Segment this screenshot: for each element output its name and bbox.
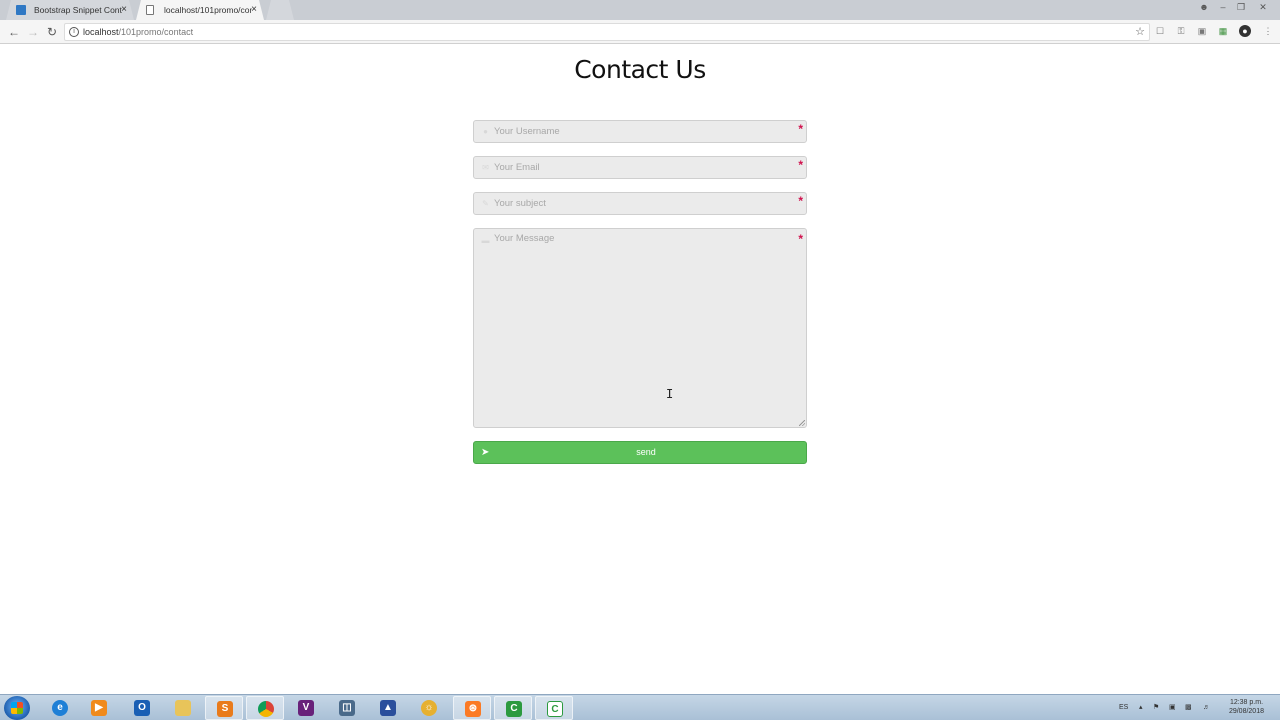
- folder-icon: [175, 700, 191, 716]
- url-path: /101promo/contact: [118, 27, 194, 37]
- app-icon: ☼: [421, 700, 437, 716]
- pencil-icon: ✎: [482, 199, 489, 208]
- taskbar-app-10[interactable]: ☼: [410, 696, 448, 720]
- close-icon[interactable]: ×: [121, 0, 127, 20]
- app-icon: ◫: [339, 700, 355, 716]
- info-icon[interactable]: i: [69, 27, 79, 37]
- bookmark-star-icon[interactable]: ☆: [1135, 24, 1145, 40]
- outlook-icon: O: [134, 700, 150, 716]
- taskbar-app-file-explorer[interactable]: [164, 696, 202, 720]
- page-title: Contact Us: [574, 55, 706, 84]
- new-tab-button[interactable]: [266, 0, 294, 20]
- comment-icon: ▬: [481, 236, 490, 245]
- extension-key-icon[interactable]: ⚿: [1175, 25, 1187, 37]
- sublime-text-icon: S: [217, 701, 233, 717]
- paper-plane-icon: ➤: [481, 447, 490, 458]
- extension-green-icon[interactable]: ▦: [1217, 25, 1229, 37]
- browser-tab-strip: Bootstrap Snippet Conta × localhost/101p…: [0, 0, 1280, 20]
- volume-icon[interactable]: ♬: [1203, 695, 1210, 720]
- message-textarea[interactable]: [494, 233, 794, 423]
- clock[interactable]: 12:38 p.m. 29/08/2018: [1229, 698, 1264, 716]
- taskbar-app-camtasia[interactable]: C: [494, 696, 532, 720]
- network-icon[interactable]: ▩: [1185, 695, 1192, 720]
- clock-date: 29/08/2018: [1228, 708, 1264, 715]
- restore-icon[interactable]: ❐: [1233, 0, 1249, 14]
- required-icon: *: [798, 194, 803, 208]
- taskbar-app-internet-explorer[interactable]: e: [41, 696, 79, 720]
- extension-icon[interactable]: ☐: [1154, 25, 1166, 37]
- extension-dark-icon[interactable]: ●: [1239, 25, 1251, 37]
- taskbar-app-media-player[interactable]: ▶: [80, 696, 118, 720]
- window-close-icon[interactable]: ✕: [1255, 0, 1271, 14]
- back-arrow-icon[interactable]: ←: [6, 24, 22, 40]
- language-indicator[interactable]: ES: [1119, 695, 1128, 720]
- taskbar-app-xampp[interactable]: ⊛: [453, 696, 491, 720]
- page-favicon-icon: [146, 5, 154, 15]
- tray-icon[interactable]: ⚑: [1153, 695, 1159, 720]
- profile-icon[interactable]: ☻: [1196, 0, 1212, 14]
- resize-handle-icon[interactable]: [799, 420, 805, 426]
- required-icon: *: [798, 232, 803, 246]
- url-text: localhost/101promo/contact: [83, 24, 193, 40]
- send-button[interactable]: ➤ send: [473, 441, 807, 464]
- email-field[interactable]: ✉ *: [473, 156, 807, 179]
- required-icon: *: [798, 158, 803, 172]
- media-player-icon: ▶: [91, 700, 107, 716]
- close-icon[interactable]: ×: [251, 0, 257, 20]
- user-icon: ●: [483, 127, 488, 136]
- forward-arrow-icon[interactable]: →: [25, 24, 41, 40]
- tab-title: Bootstrap Snippet Conta: [34, 5, 122, 15]
- start-button[interactable]: [4, 696, 30, 720]
- menu-icon[interactable]: ⋮: [1262, 25, 1274, 37]
- username-input[interactable]: [494, 121, 794, 142]
- bootstrap-favicon-icon: [16, 5, 26, 15]
- chrome-icon: [258, 701, 274, 717]
- extension-camera-icon[interactable]: ▣: [1196, 25, 1208, 37]
- clock-time: 12:38 p.m.: [1229, 699, 1264, 706]
- text-cursor-icon: I: [666, 387, 674, 401]
- reload-icon[interactable]: ↻: [44, 24, 60, 40]
- message-field[interactable]: ▬ *: [473, 228, 807, 428]
- tray-icon[interactable]: ▣: [1169, 695, 1176, 720]
- required-icon: *: [798, 122, 803, 136]
- email-input[interactable]: [494, 157, 794, 178]
- taskbar-app-camtasia-recorder[interactable]: C: [535, 696, 573, 720]
- username-field[interactable]: ● *: [473, 120, 807, 143]
- windows-logo-icon: [11, 702, 23, 714]
- camtasia-icon: C: [506, 701, 522, 717]
- address-bar[interactable]: i localhost/101promo/contact ☆: [64, 23, 1150, 41]
- tab-bootstrap-snippet[interactable]: Bootstrap Snippet Conta ×: [6, 0, 134, 20]
- taskbar-app-9[interactable]: ▲: [369, 696, 407, 720]
- minimize-icon[interactable]: –: [1215, 0, 1231, 14]
- taskbar-app-visual-studio[interactable]: V: [287, 696, 325, 720]
- visual-studio-icon: V: [298, 700, 314, 716]
- show-hidden-icons-icon[interactable]: ▴: [1139, 695, 1143, 720]
- internet-explorer-icon: e: [52, 700, 68, 716]
- subject-field[interactable]: ✎ *: [473, 192, 807, 215]
- taskbar-app-sublime-text[interactable]: S: [205, 696, 243, 720]
- url-host: localhost: [83, 27, 119, 37]
- xampp-icon: ⊛: [465, 701, 481, 717]
- camtasia-recorder-icon: C: [547, 701, 563, 717]
- app-icon: ▲: [380, 700, 396, 716]
- browser-toolbar: ← → ↻ i localhost/101promo/contact ☆ ☐ ⚿…: [0, 20, 1280, 44]
- envelope-icon: ✉: [482, 163, 489, 172]
- taskbar-app-chrome[interactable]: [246, 696, 284, 720]
- tab-localhost-contact[interactable]: localhost/101promo/con ×: [136, 0, 264, 20]
- tab-title: localhost/101promo/con: [164, 5, 252, 15]
- subject-input[interactable]: [494, 193, 794, 214]
- send-label: send: [636, 447, 656, 457]
- taskbar: e ▶ O S V ◫ ▲ ☼ ⊛ C C ES ▴ ⚑ ▣ ▩ ♬ 12:38…: [0, 694, 1280, 720]
- taskbar-app-8[interactable]: ◫: [328, 696, 366, 720]
- taskbar-app-outlook[interactable]: O: [123, 696, 161, 720]
